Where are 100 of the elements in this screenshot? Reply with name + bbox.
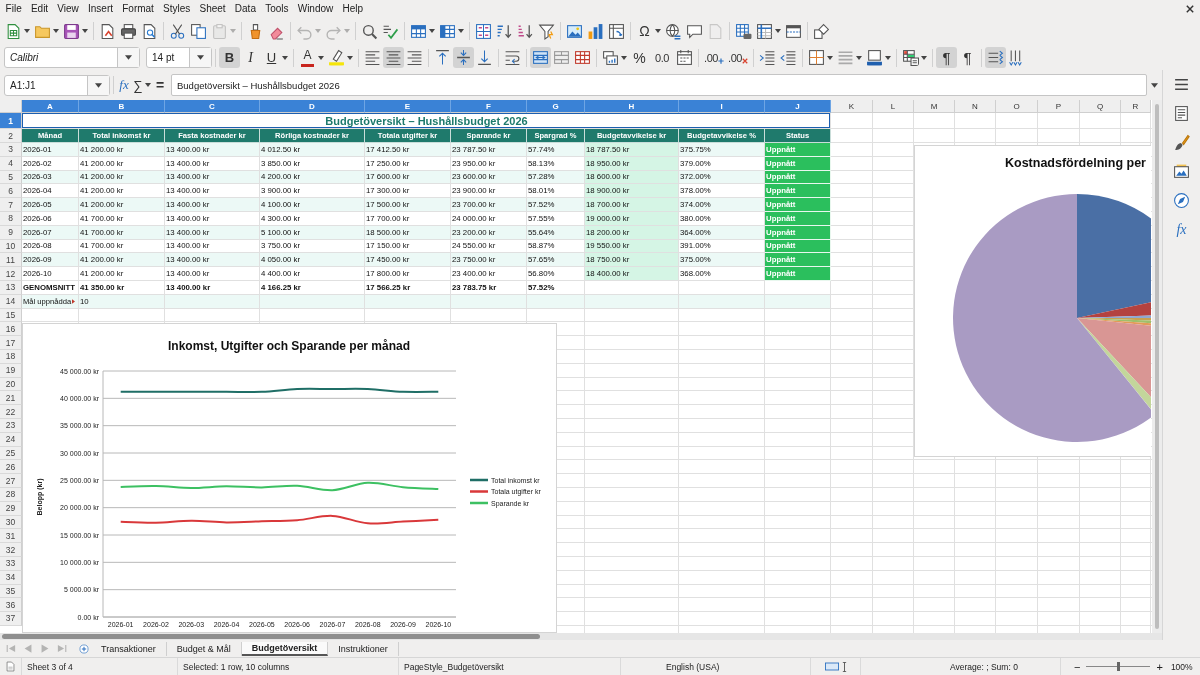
- italic-button[interactable]: I: [240, 47, 261, 68]
- caret-icon[interactable]: [885, 55, 891, 60]
- column-header[interactable]: Q: [1080, 100, 1121, 113]
- column-header[interactable]: H: [585, 100, 679, 113]
- row-header[interactable]: 36: [0, 598, 22, 613]
- zoom-out-button[interactable]: −: [1074, 660, 1081, 673]
- caret-icon[interactable]: [856, 55, 862, 60]
- horizontal-scrollbar[interactable]: [0, 633, 1162, 640]
- delete-decimal-button[interactable]: .00: [726, 47, 750, 68]
- caret-icon[interactable]: [82, 29, 88, 33]
- zoom-in-button[interactable]: +: [1156, 660, 1163, 673]
- search-icon[interactable]: [361, 22, 378, 40]
- sort-grid-icon[interactable]: [475, 22, 492, 40]
- column-header[interactable]: F: [451, 100, 527, 113]
- table-columns-icon[interactable]: [439, 22, 456, 40]
- column-header[interactable]: R: [1121, 100, 1151, 113]
- caret-icon[interactable]: [1151, 82, 1158, 88]
- caret-icon[interactable]: [318, 55, 324, 60]
- function-wizard-button[interactable]: fx: [117, 74, 131, 96]
- caret-icon[interactable]: [282, 55, 288, 60]
- caret-icon[interactable]: [458, 29, 464, 33]
- calendar-icon[interactable]: [676, 49, 693, 66]
- column-header[interactable]: P: [1038, 100, 1080, 113]
- table-rows-icon[interactable]: [410, 22, 427, 40]
- zoom-level[interactable]: 100%: [1170, 661, 1193, 672]
- caret-icon[interactable]: [827, 55, 833, 60]
- column-header[interactable]: O: [996, 100, 1038, 113]
- right-to-left-button[interactable]: ¶: [957, 47, 978, 68]
- column-header[interactable]: C: [165, 100, 260, 113]
- wrap-text-icon[interactable]: [504, 49, 521, 66]
- menu-item[interactable]: Styles: [158, 2, 195, 15]
- menu-item[interactable]: Insert: [83, 2, 118, 15]
- add-decimal-button[interactable]: .00: [702, 47, 726, 68]
- caret-icon[interactable]: [24, 29, 30, 33]
- slider-thumb[interactable]: [1116, 662, 1120, 671]
- merge-center-icon[interactable]: [530, 47, 551, 68]
- formula-button[interactable]: =: [153, 74, 167, 96]
- row-header[interactable]: 21: [0, 391, 22, 406]
- properties-icon[interactable]: [1173, 105, 1190, 122]
- row-header[interactable]: 3: [0, 143, 22, 157]
- caret-icon[interactable]: [655, 29, 661, 33]
- sheet-tab[interactable]: Budget & Mål: [166, 641, 242, 656]
- highlighter-icon[interactable]: [328, 49, 345, 66]
- column-header[interactable]: L: [873, 100, 914, 113]
- column-header[interactable]: K: [831, 100, 873, 113]
- caret-icon[interactable]: [145, 83, 151, 87]
- align-middle-icon[interactable]: [453, 47, 474, 68]
- window-bar-chart-icon[interactable]: [602, 49, 619, 66]
- caret-icon[interactable]: [775, 29, 781, 33]
- bar-chart-icon[interactable]: [587, 22, 604, 40]
- column-header[interactable]: D: [260, 100, 365, 113]
- caret-icon[interactable]: [125, 55, 132, 60]
- caret-icon[interactable]: [621, 55, 627, 60]
- document-magnifier-icon[interactable]: [141, 22, 158, 40]
- number-format-button[interactable]: 0.0: [650, 47, 674, 68]
- dropdown-button[interactable]: [189, 48, 211, 67]
- caret-icon[interactable]: [53, 29, 59, 33]
- functions-button[interactable]: fx: [1173, 221, 1190, 238]
- align-left-icon[interactable]: [364, 49, 381, 66]
- caret-icon[interactable]: [429, 29, 435, 33]
- menu-item[interactable]: Tools: [260, 2, 294, 15]
- menu-item[interactable]: Help: [337, 2, 368, 15]
- sheet-tab[interactable]: Transaktioner: [91, 641, 167, 656]
- row-header[interactable]: 27: [0, 474, 22, 488]
- split-window-icon[interactable]: [785, 22, 802, 40]
- copy-icon[interactable]: [190, 22, 207, 40]
- align-right-icon[interactable]: [406, 49, 423, 66]
- sort-descending-icon[interactable]: [517, 22, 534, 40]
- sheet-tab[interactable]: Instruktioner: [328, 641, 399, 656]
- row-header[interactable]: 11: [0, 253, 22, 268]
- row-header[interactable]: 37: [0, 612, 22, 626]
- image-icon[interactable]: [566, 22, 583, 40]
- row-header[interactable]: 6: [0, 184, 22, 199]
- row-header[interactable]: 22: [0, 405, 22, 419]
- vertical-scrollbar[interactable]: [1152, 100, 1162, 633]
- scrollbar-thumb[interactable]: [1155, 104, 1159, 629]
- menu-item[interactable]: Data: [230, 2, 261, 15]
- align-bottom-icon[interactable]: [476, 49, 493, 66]
- scissors-icon[interactable]: [169, 22, 186, 40]
- align-top-icon[interactable]: [434, 49, 451, 66]
- brush-icon[interactable]: [1173, 134, 1190, 151]
- caret-icon[interactable]: [197, 55, 204, 60]
- row-header[interactable]: 17: [0, 336, 22, 350]
- sum-button[interactable]: ∑: [131, 74, 145, 96]
- column-header[interactable]: G: [527, 100, 585, 113]
- menu-item[interactable]: View: [52, 2, 84, 15]
- menu-item[interactable]: File: [1, 2, 27, 15]
- menu-icon[interactable]: [1173, 76, 1190, 93]
- column-header[interactable]: M: [914, 100, 955, 113]
- compass-icon[interactable]: [1173, 192, 1190, 209]
- special-character-button[interactable]: Ω: [634, 20, 655, 42]
- caret-icon[interactable]: [95, 82, 102, 88]
- row-header[interactable]: 31: [0, 529, 22, 544]
- column-header[interactable]: A: [22, 100, 79, 113]
- font-size-field[interactable]: 14 pt: [146, 47, 212, 68]
- row-header[interactable]: 12: [0, 267, 22, 281]
- row-header[interactable]: 32: [0, 543, 22, 557]
- gallery-icon[interactable]: [1173, 163, 1190, 180]
- shapes-icon[interactable]: [813, 22, 830, 40]
- percent-format-button[interactable]: %: [629, 47, 650, 68]
